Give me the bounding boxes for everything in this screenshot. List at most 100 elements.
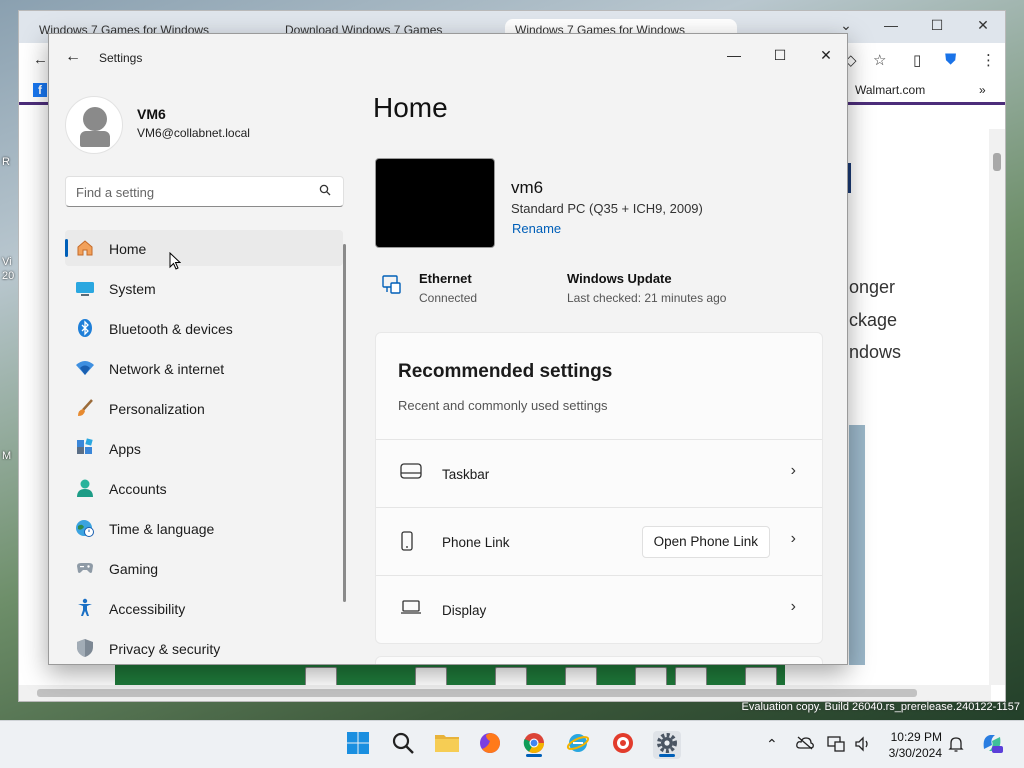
sidebar-item-label: Time & language [109,521,215,537]
search-icon[interactable] [319,184,331,199]
desktop-label: M [2,450,12,462]
sidebar-nav: Home System Bluetooth & devices Network … [65,230,343,664]
recommended-row-phone-link[interactable]: Phone Link Open Phone Link › [376,507,822,575]
sidebar-scrollbar[interactable] [343,244,346,602]
device-name: vm6 [511,178,544,197]
chevron-right-icon: › [790,462,796,479]
next-card-edge [375,656,823,664]
sidebar-item-label: Accounts [109,481,167,497]
app-icon[interactable] [609,731,637,759]
sidepanel-icon[interactable]: ▯ [913,51,921,69]
search-input[interactable] [76,183,306,201]
chevron-up-icon[interactable]: ⌃ [766,736,778,753]
sidebar-item-label: Personalization [109,401,205,417]
ethernet-status: Connected [419,291,478,305]
sidebar-item-apps[interactable]: Apps [65,430,343,466]
avatar [65,96,123,154]
apps-icon [75,438,95,458]
windows-update-title[interactable]: Windows Update [567,271,672,286]
recommended-row-display[interactable]: Display › [376,575,822,643]
chrome-icon[interactable] [520,731,548,759]
ethernet-title[interactable]: Ethernet [419,271,472,286]
notification-bell-icon[interactable] [948,736,964,755]
firefox-icon[interactable] [476,731,504,759]
desktop-label: Vi [2,256,12,268]
sidebar-item-accounts[interactable]: Accounts [65,470,343,506]
page-text-fragment: ckage [849,310,898,330]
open-phone-link-button[interactable]: Open Phone Link [641,526,770,558]
user-name: VM6 [137,106,166,122]
recommended-row-label: Display [442,603,487,618]
sidebar-item-label: Home [109,241,147,257]
page-text-fragment: ndows [849,342,902,362]
chevron-right-icon: › [790,598,796,615]
recommended-settings-card: Recommended settings Recent and commonly… [375,332,823,644]
chevron-down-icon[interactable]: ⌄ [834,17,858,34]
more-icon[interactable]: ⋮ [981,51,996,69]
shield-check-icon[interactable]: ⛊ [945,51,956,68]
rename-link[interactable]: Rename [512,221,561,236]
user-email: VM6@collabnet.local [137,126,250,140]
main-content: Home vm6 Standard PC (Q35 + ICH9, 2009) … [373,34,847,664]
chevron-right-icon[interactable]: » [979,83,986,97]
minimize-icon[interactable]: — [879,17,903,33]
back-icon[interactable]: ← [33,51,48,68]
file-explorer-icon[interactable] [433,731,461,759]
sidebar-item-accessibility[interactable]: Accessibility [65,590,343,626]
recommended-subtitle: Recent and commonly used settings [398,398,608,413]
bluetooth-icon [75,318,95,338]
back-arrow-icon[interactable]: ← [65,48,81,66]
star-icon[interactable]: ☆ [873,51,886,69]
globe-clock-icon [75,518,95,538]
maximize-icon[interactable]: ☐ [925,17,949,34]
sidebar-item-personalization[interactable]: Personalization [65,390,343,426]
desktop-label: 20 [2,270,15,282]
windows-update-status: Last checked: 21 minutes ago [567,291,727,305]
search-box[interactable] [65,176,344,207]
system-clock[interactable]: 10:29 PM 3/30/2024 [880,729,942,761]
sidebar-item-gaming[interactable]: Gaming [65,550,343,586]
gamepad-icon [75,558,95,578]
device-thumbnail [375,158,495,248]
volume-icon[interactable] [854,736,872,755]
desktop-label: R [2,156,10,168]
game-preview-strip [115,665,785,689]
sidebar-item-label: Bluetooth & devices [109,321,233,337]
phone-icon [400,531,414,556]
copilot-icon[interactable] [980,731,1004,758]
sidebar-item-home[interactable]: Home [65,230,343,266]
page-image-fragment [849,425,865,665]
display-icon [400,599,422,620]
facebook-icon[interactable]: f [33,83,47,97]
start-icon[interactable] [344,731,372,759]
shield-icon [75,638,95,658]
browser-vertical-scrollbar[interactable] [989,129,1005,685]
cloud-offline-icon[interactable] [796,736,814,753]
close-icon[interactable]: ✕ [971,17,995,34]
sidebar-item-label: Apps [109,441,141,457]
page-text-fragment: onger [849,277,896,297]
clock-time: 10:29 PM [890,730,942,744]
sidebar-item-network[interactable]: Network & internet [65,350,343,386]
search-icon[interactable] [389,731,417,759]
accessibility-icon [75,598,95,618]
mouse-cursor-icon [169,252,181,270]
sidebar-item-label: System [109,281,156,297]
settings-gear-icon[interactable] [653,731,681,759]
evaluation-watermark: Evaluation copy. Build 26040.rs_prerelea… [741,701,1020,713]
recommended-row-taskbar[interactable]: Taskbar › [376,439,822,507]
home-icon [75,238,95,258]
sidebar-item-time-language[interactable]: Time & language [65,510,343,546]
accounts-icon [75,478,95,498]
chevron-right-icon: › [790,530,796,547]
internet-explorer-icon[interactable] [564,731,592,759]
clock-date: 3/30/2024 [888,746,942,760]
bookmark-walmart[interactable]: Walmart.com [855,83,925,97]
ethernet-icon[interactable] [381,274,403,301]
sidebar-item-privacy-security[interactable]: Privacy & security [65,630,343,664]
network-status-icon[interactable] [827,736,845,755]
browser-horizontal-scrollbar[interactable] [19,685,991,701]
taskbar-icon [400,463,422,484]
sidebar-item-bluetooth[interactable]: Bluetooth & devices [65,310,343,346]
sidebar-item-system[interactable]: System [65,270,343,306]
